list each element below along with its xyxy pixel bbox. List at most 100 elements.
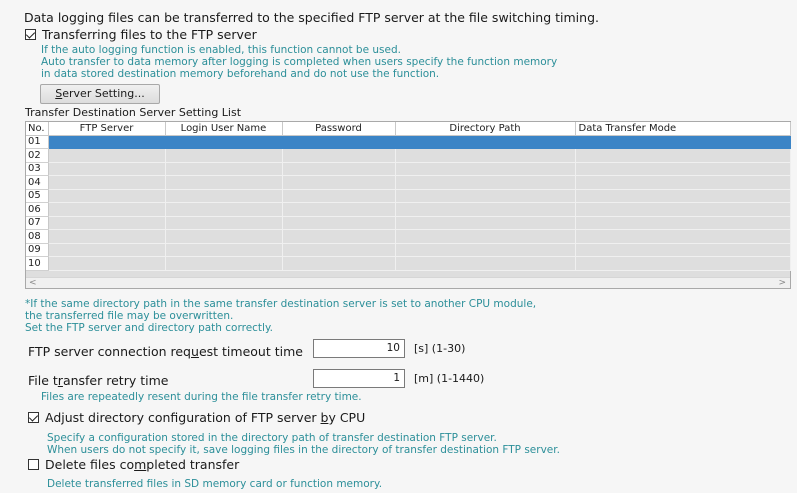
grid-cell[interactable] xyxy=(165,202,283,217)
grid-cell[interactable] xyxy=(282,175,396,190)
grid-cell[interactable] xyxy=(48,175,166,190)
grid-cell[interactable] xyxy=(165,189,283,203)
retry-input[interactable]: 1 xyxy=(313,369,405,388)
server-setting-button[interactable]: Server Setting... xyxy=(40,84,160,104)
delete-files-label: Delete files completed transfer xyxy=(45,457,240,472)
delete-files-note: Delete transferred files in SD memory ca… xyxy=(47,478,383,490)
warning-line: Set the FTP server and directory path co… xyxy=(25,322,274,334)
col-login-user-header: Login User Name xyxy=(165,122,283,136)
grid-cell[interactable] xyxy=(395,256,576,271)
timeout-input[interactable]: 10 xyxy=(313,339,405,358)
grid-cell[interactable] xyxy=(165,229,283,244)
grid-cell[interactable] xyxy=(395,162,576,176)
horizontal-scrollbar[interactable]: < > xyxy=(26,277,790,288)
transfer-ftp-checkbox[interactable]: Transferring files to the FTP server xyxy=(25,27,257,42)
grid-cell[interactable] xyxy=(165,216,283,230)
table-row[interactable]: 09 xyxy=(26,243,791,257)
col-ftp-server-header: FTP Server xyxy=(48,122,166,136)
grid-cell[interactable] xyxy=(575,175,791,190)
grid-cell[interactable] xyxy=(395,243,576,257)
grid-cell[interactable] xyxy=(48,243,166,257)
row-number: 07 xyxy=(26,216,49,230)
grid-cell[interactable] xyxy=(575,256,791,271)
overwrite-warning: *If the same directory path in the same … xyxy=(25,298,536,334)
grid-cell[interactable] xyxy=(395,202,576,217)
retry-unit: [m] (1-1440) xyxy=(414,372,485,385)
grid-cell[interactable] xyxy=(282,229,396,244)
row-number: 08 xyxy=(26,229,49,244)
grid-cell[interactable] xyxy=(165,175,283,190)
table-row[interactable]: 05 xyxy=(26,189,791,203)
checkbox-unchecked-icon[interactable] xyxy=(28,459,39,470)
checkbox-checked-icon[interactable] xyxy=(28,412,39,423)
grid-cell[interactable] xyxy=(165,243,283,257)
table-row[interactable]: 06 xyxy=(26,202,791,217)
grid-cell[interactable] xyxy=(48,162,166,176)
note-line: Auto transfer to data memory after loggi… xyxy=(41,56,558,68)
grid-cell[interactable] xyxy=(48,256,166,271)
grid-cell[interactable] xyxy=(575,229,791,244)
grid-cell[interactable] xyxy=(395,135,576,149)
row-number: 05 xyxy=(26,189,49,203)
grid-cell[interactable] xyxy=(575,189,791,203)
checkbox-checked-icon[interactable] xyxy=(25,29,36,40)
grid-cell[interactable] xyxy=(395,175,576,190)
grid-cell[interactable] xyxy=(165,162,283,176)
transfer-ftp-label: Transferring files to the FTP server xyxy=(42,27,257,42)
grid-cell[interactable] xyxy=(165,135,283,149)
grid-cell[interactable] xyxy=(282,256,396,271)
row-number: 03 xyxy=(26,162,49,176)
row-number: 10 xyxy=(26,256,49,271)
note-line: When users do not specify it, save loggi… xyxy=(47,444,560,456)
grid-cell[interactable] xyxy=(282,135,396,149)
grid-cell[interactable] xyxy=(575,162,791,176)
grid-cell[interactable] xyxy=(282,216,396,230)
grid-cell[interactable] xyxy=(48,189,166,203)
col-password-header: Password xyxy=(282,122,396,136)
scroll-left-icon[interactable]: < xyxy=(29,278,37,288)
warning-line: the transferred file may be overwritten. xyxy=(25,310,234,322)
adjust-directory-checkbox[interactable]: Adjust directory configuration of FTP se… xyxy=(28,410,365,425)
col-no-header: No. xyxy=(26,122,49,136)
grid-cell[interactable] xyxy=(282,162,396,176)
grid-cell[interactable] xyxy=(575,216,791,230)
note-line: Specify a configuration stored in the di… xyxy=(47,432,497,444)
row-number: 04 xyxy=(26,175,49,190)
table-row[interactable]: 03 xyxy=(26,162,791,176)
grid-cell[interactable] xyxy=(48,135,166,149)
table-row[interactable]: 08 xyxy=(26,229,791,244)
adjust-directory-label: Adjust directory configuration of FTP se… xyxy=(45,410,366,425)
delete-files-checkbox[interactable]: Delete files completed transfer xyxy=(28,457,239,472)
server-setting-grid[interactable]: No. FTP Server Login User Name Password … xyxy=(25,121,791,289)
grid-cell[interactable] xyxy=(165,148,283,163)
grid-cell[interactable] xyxy=(575,202,791,217)
grid-cell[interactable] xyxy=(395,148,576,163)
table-row[interactable]: 04 xyxy=(26,175,791,190)
table-row[interactable]: 07 xyxy=(26,216,791,230)
scroll-right-icon[interactable]: > xyxy=(778,278,786,288)
col-transfer-mode-header: Data Transfer Mode xyxy=(575,122,791,136)
grid-cell[interactable] xyxy=(165,256,283,271)
grid-cell[interactable] xyxy=(575,243,791,257)
intro-text: Data logging files can be transferred to… xyxy=(24,10,599,25)
grid-cell[interactable] xyxy=(282,148,396,163)
grid-cell[interactable] xyxy=(395,229,576,244)
grid-cell[interactable] xyxy=(575,148,791,163)
grid-cell[interactable] xyxy=(395,216,576,230)
table-row[interactable]: 02 xyxy=(26,148,791,163)
grid-cell[interactable] xyxy=(282,202,396,217)
grid-cell[interactable] xyxy=(282,189,396,203)
grid-cell[interactable] xyxy=(48,229,166,244)
warning-line: *If the same directory path in the same … xyxy=(25,298,537,310)
timeout-label: FTP server connection request timeout ti… xyxy=(28,344,303,359)
grid-cell[interactable] xyxy=(575,135,791,149)
table-row[interactable]: 01 xyxy=(26,135,791,149)
note-line: in data stored destination memory before… xyxy=(41,68,440,80)
col-directory-path-header: Directory Path xyxy=(395,122,576,136)
grid-cell[interactable] xyxy=(48,148,166,163)
grid-cell[interactable] xyxy=(395,189,576,203)
grid-cell[interactable] xyxy=(48,202,166,217)
table-row[interactable]: 10 xyxy=(26,256,791,271)
grid-cell[interactable] xyxy=(282,243,396,257)
grid-cell[interactable] xyxy=(48,216,166,230)
